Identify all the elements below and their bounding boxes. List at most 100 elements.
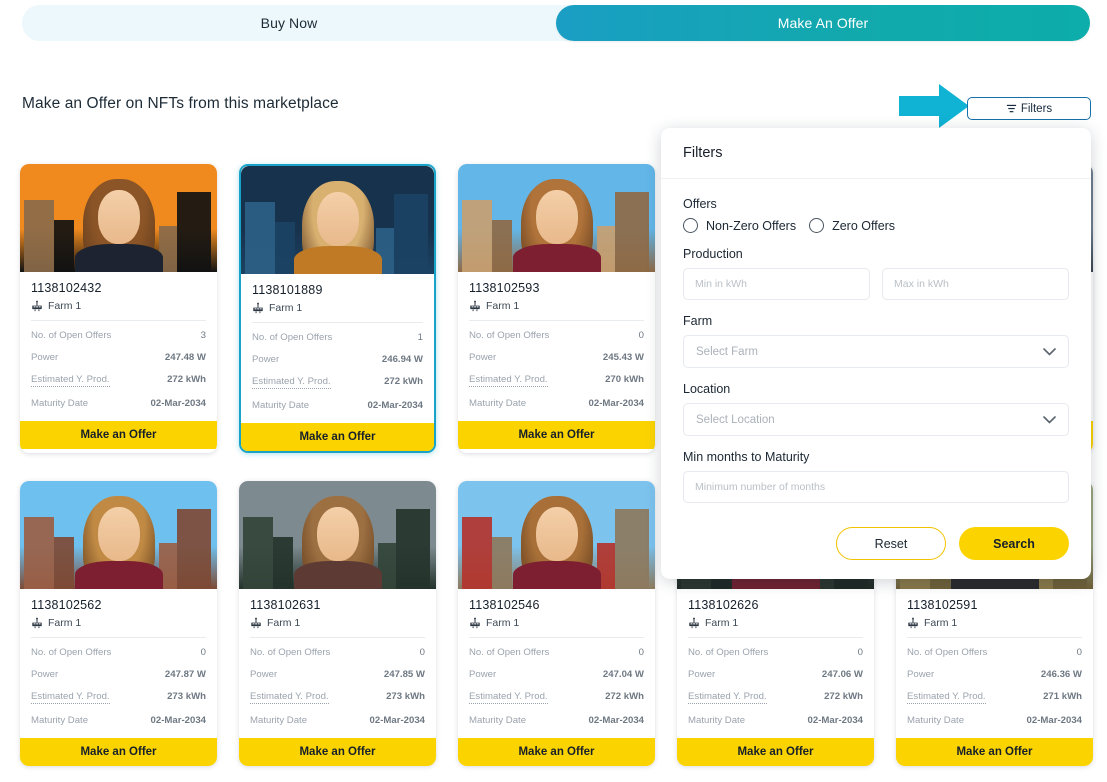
stat-open-offers-value: 1 — [418, 332, 423, 343]
stat-power: Power 247.48 W — [31, 352, 206, 363]
reset-button[interactable]: Reset — [836, 527, 946, 560]
nft-card-head: 1138102432 Farm 1 — [20, 272, 217, 320]
stat-maturity-value: 02-Mar-2034 — [151, 715, 206, 726]
make-an-offer-button[interactable]: Make an Offer — [20, 738, 217, 766]
nft-token-id: 1138102546 — [469, 598, 644, 612]
nft-stats: No. of Open Offers 0 Power 246.36 W Esti… — [896, 638, 1093, 738]
stat-open-offers-label: No. of Open Offers — [688, 647, 768, 658]
nft-card[interactable]: 1138102631 Farm 1 No. of Open Offers — [239, 481, 436, 766]
make-an-offer-button[interactable]: Make an Offer — [20, 421, 217, 449]
nft-card[interactable]: 1138102546 Farm 1 No. of Open Offers — [458, 481, 655, 766]
nft-artwork — [458, 164, 655, 272]
stat-est-prod-label[interactable]: Estimated Y. Prod. — [250, 691, 329, 704]
tab-make-an-offer[interactable]: Make An Offer — [556, 5, 1090, 41]
solar-panel-icon — [252, 302, 264, 314]
nft-farm-row: Farm 1 — [252, 302, 423, 314]
stat-maturity-label: Maturity Date — [31, 715, 88, 726]
filters-button[interactable]: Filters — [967, 97, 1091, 120]
stat-open-offers-label: No. of Open Offers — [252, 332, 332, 343]
stat-power-label: Power — [469, 669, 496, 680]
stat-est-prod-label[interactable]: Estimated Y. Prod. — [31, 691, 110, 704]
location-select[interactable]: Select Location — [683, 403, 1069, 436]
radio-circle-icon — [809, 218, 824, 233]
filter-lines-icon — [1006, 103, 1017, 114]
nft-card[interactable]: 1138102562 Farm 1 No. of Open Offers — [20, 481, 217, 766]
stat-maturity-label: Maturity Date — [469, 715, 526, 726]
production-max-input[interactable] — [882, 268, 1069, 300]
stat-open-offers: No. of Open Offers 0 — [250, 647, 425, 658]
offers-group-label: Offers — [683, 197, 1069, 211]
nft-token-id: 1138102432 — [31, 281, 206, 295]
stat-est-prod-label[interactable]: Estimated Y. Prod. — [469, 374, 548, 387]
radio-non-zero-offers-label: Non-Zero Offers — [706, 219, 796, 233]
marketplace-tabbar: Buy Now Make An Offer — [22, 5, 1090, 41]
nft-stats: No. of Open Offers 0 Power 247.85 W Esti… — [239, 638, 436, 738]
nft-artwork — [458, 481, 655, 589]
stat-est-prod-value: 272 kWh — [384, 376, 423, 387]
filters-panel-title: Filters — [683, 145, 722, 161]
solar-panel-icon — [250, 617, 262, 629]
right-arrow-pointer-icon — [899, 82, 969, 130]
nft-card[interactable]: 1138102593 Farm 1 No. of Open Offers — [458, 164, 655, 453]
make-an-offer-button[interactable]: Make an Offer — [458, 738, 655, 766]
production-min-input[interactable] — [683, 268, 870, 300]
nft-token-id: 1138102593 — [469, 281, 644, 295]
stat-est-prod-label[interactable]: Estimated Y. Prod. — [31, 374, 110, 387]
stat-est-prod-label[interactable]: Estimated Y. Prod. — [252, 376, 331, 389]
stat-open-offers-label: No. of Open Offers — [31, 647, 111, 658]
stat-power: Power 247.06 W — [688, 669, 863, 680]
stat-maturity-date: Maturity Date 02-Mar-2034 — [469, 398, 644, 409]
stat-open-offers-value: 0 — [201, 647, 206, 658]
make-an-offer-button[interactable]: Make an Offer — [458, 421, 655, 449]
stat-open-offers-label: No. of Open Offers — [469, 330, 549, 341]
search-button[interactable]: Search — [959, 527, 1069, 560]
stat-maturity-label: Maturity Date — [250, 715, 307, 726]
stat-power-label: Power — [250, 669, 277, 680]
nft-farm-row: Farm 1 — [31, 617, 206, 629]
nft-farm-label: Farm 1 — [486, 300, 519, 312]
stat-maturity-date: Maturity Date 02-Mar-2034 — [31, 398, 206, 409]
make-an-offer-button[interactable]: Make an Offer — [241, 423, 434, 451]
stat-maturity-date: Maturity Date 02-Mar-2034 — [907, 715, 1082, 726]
farm-select[interactable]: Select Farm — [683, 335, 1069, 368]
stat-power-value: 247.48 W — [165, 352, 206, 363]
stat-estimated-yearly-production: Estimated Y. Prod. 271 kWh — [907, 691, 1082, 704]
radio-non-zero-offers[interactable]: Non-Zero Offers — [683, 218, 796, 233]
stat-maturity-value: 02-Mar-2034 — [589, 398, 644, 409]
nft-stats: No. of Open Offers 0 Power 247.06 W Esti… — [677, 638, 874, 738]
stat-est-prod-label[interactable]: Estimated Y. Prod. — [688, 691, 767, 704]
tab-buy-now-label: Buy Now — [261, 15, 318, 31]
stat-power-label: Power — [907, 669, 934, 680]
stat-power: Power 246.36 W — [907, 669, 1082, 680]
stat-open-offers-label: No. of Open Offers — [31, 330, 111, 341]
make-an-offer-button[interactable]: Make an Offer — [677, 738, 874, 766]
stat-power-value: 246.94 W — [382, 354, 423, 365]
nft-card-head: 1138102591 Farm 1 — [896, 589, 1093, 637]
production-group-label: Production — [683, 247, 1069, 261]
stat-est-prod-value: 273 kWh — [386, 691, 425, 702]
solar-panel-icon — [31, 300, 43, 312]
nft-card[interactable]: 1138102432 Farm 1 No. of Open Offers — [20, 164, 217, 453]
nft-card[interactable]: 1138101889 Farm 1 No. of Open Offers — [239, 164, 436, 453]
make-an-offer-button[interactable]: Make an Offer — [239, 738, 436, 766]
stat-est-prod-label[interactable]: Estimated Y. Prod. — [907, 691, 986, 704]
radio-zero-offers[interactable]: Zero Offers — [809, 218, 895, 233]
nft-farm-row: Farm 1 — [688, 617, 863, 629]
stat-open-offers-value: 3 — [201, 330, 206, 341]
make-an-offer-button[interactable]: Make an Offer — [896, 738, 1093, 766]
min-months-maturity-input[interactable] — [683, 471, 1069, 503]
nft-stats: No. of Open Offers 0 Power 247.87 W Esti… — [20, 638, 217, 738]
stat-power-value: 247.85 W — [384, 669, 425, 680]
solar-panel-icon — [469, 300, 481, 312]
stat-open-offers: No. of Open Offers 1 — [252, 332, 423, 343]
stat-maturity-label: Maturity Date — [31, 398, 88, 409]
stat-power-value: 247.04 W — [603, 669, 644, 680]
tab-buy-now[interactable]: Buy Now — [22, 5, 556, 41]
nft-farm-row: Farm 1 — [250, 617, 425, 629]
stat-est-prod-label[interactable]: Estimated Y. Prod. — [469, 691, 548, 704]
stat-open-offers: No. of Open Offers 0 — [907, 647, 1082, 658]
chevron-down-icon — [1043, 416, 1056, 424]
filters-panel-actions: Reset Search — [661, 503, 1091, 560]
stat-open-offers-label: No. of Open Offers — [250, 647, 330, 658]
nft-card-head: 1138102631 Farm 1 — [239, 589, 436, 637]
